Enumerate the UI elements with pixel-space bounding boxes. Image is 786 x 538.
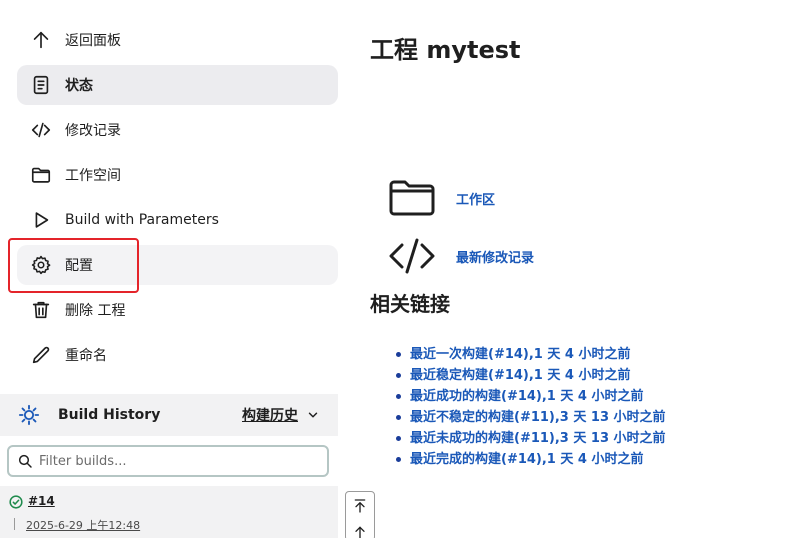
build-history-icon xyxy=(18,404,40,426)
sidebar-item-back-to-dashboard[interactable]: 返回面板 xyxy=(17,20,338,60)
build-trend-link[interactable]: 构建历史 xyxy=(242,394,320,436)
filter-builds-box[interactable] xyxy=(7,445,329,477)
sidebar-item-workspace[interactable]: 工作空间 xyxy=(17,155,338,195)
workspace-shortcut[interactable]: 工作区 xyxy=(388,178,495,218)
sidebar-item-delete-project[interactable]: 删除 工程 xyxy=(17,290,338,330)
success-check-icon xyxy=(9,495,23,509)
build-date-link[interactable]: 2025-6-29 上午12:48 xyxy=(26,517,140,533)
arrow-to-top-icon xyxy=(354,499,366,513)
play-icon xyxy=(30,209,52,231)
sidebar-item-status[interactable]: 状态 xyxy=(17,65,338,105)
list-item: 最近成功的构建(#14),1 天 4 小时之前 xyxy=(394,386,666,407)
filter-builds-input[interactable] xyxy=(39,453,319,469)
document-icon xyxy=(30,74,52,96)
list-item: 最近不稳定的构建(#11),3 天 13 小时之前 xyxy=(394,407,666,428)
sidebar-item-label: 返回面板 xyxy=(65,33,121,49)
last-completed-build-link[interactable]: 最近完成的构建(#14),1 天 4 小时之前 xyxy=(410,452,643,467)
list-item: 最近稳定构建(#14),1 天 4 小时之前 xyxy=(394,365,666,386)
workspace-link[interactable]: 工作区 xyxy=(456,189,495,208)
last-stable-build-link[interactable]: 最近稳定构建(#14),1 天 4 小时之前 xyxy=(410,368,630,383)
pencil-icon xyxy=(30,344,52,366)
chevron-down-icon xyxy=(308,412,318,418)
arrow-up-icon xyxy=(355,526,365,538)
sidebar-item-label: 重命名 xyxy=(65,348,107,364)
last-build-link[interactable]: 最近一次构建(#14),1 天 4 小时之前 xyxy=(410,347,630,362)
build-row[interactable]: #14 2025-6-29 上午12:48 xyxy=(0,486,338,538)
sidebar-item-label: 工作空间 xyxy=(65,168,121,184)
sidebar-item-configure[interactable]: 配置 xyxy=(17,245,338,285)
sidebar-item-rename[interactable]: 重命名 xyxy=(17,335,338,375)
folder-icon xyxy=(388,178,436,218)
last-successful-build-link[interactable]: 最近成功的构建(#14),1 天 4 小时之前 xyxy=(410,389,643,404)
code-icon xyxy=(30,119,52,141)
changes-shortcut[interactable]: 最新修改记录 xyxy=(388,236,534,276)
main-content: 工程 mytest 工作区 最新修改记录 相关链接 最近一次构建(#14),1 … xyxy=(370,0,786,538)
folder-icon xyxy=(30,164,52,186)
list-item: 最近一次构建(#14),1 天 4 小时之前 xyxy=(394,344,666,365)
sidebar-item-label: 配置 xyxy=(65,258,93,274)
sidebar: 返回面板 状态 修改记录 工作空间 Build with Parameters … xyxy=(0,0,345,538)
related-links-title: 相关链接 xyxy=(370,292,450,316)
recent-changes-link[interactable]: 最新修改记录 xyxy=(456,247,534,266)
sidebar-item-build-with-parameters[interactable]: Build with Parameters xyxy=(17,200,338,240)
sidebar-item-label: Build with Parameters xyxy=(65,212,219,228)
build-number-link[interactable]: #14 xyxy=(28,494,55,508)
trash-icon xyxy=(30,299,52,321)
build-divider xyxy=(14,518,15,530)
last-unsuccessful-build-link[interactable]: 最近未成功的构建(#11),3 天 13 小时之前 xyxy=(410,431,666,446)
build-history-title: Build History xyxy=(58,407,161,423)
build-history-header: Build History 构建历史 xyxy=(0,394,338,436)
search-icon xyxy=(18,454,32,468)
arrow-up-icon xyxy=(30,29,52,51)
gear-icon xyxy=(30,254,52,276)
related-links-list: 最近一次构建(#14),1 天 4 小时之前 最近稳定构建(#14),1 天 4… xyxy=(394,344,666,470)
code-icon xyxy=(388,236,436,276)
list-item: 最近完成的构建(#14),1 天 4 小时之前 xyxy=(394,449,666,470)
list-item: 最近未成功的构建(#11),3 天 13 小时之前 xyxy=(394,428,666,449)
last-unstable-build-link[interactable]: 最近不稳定的构建(#11),3 天 13 小时之前 xyxy=(410,410,666,425)
page-title: 工程 mytest xyxy=(370,36,521,64)
sidebar-item-label: 状态 xyxy=(65,78,93,94)
sidebar-item-changes[interactable]: 修改记录 xyxy=(17,110,338,150)
sidebar-item-label: 修改记录 xyxy=(65,123,121,139)
sidebar-item-label: 删除 工程 xyxy=(65,303,126,319)
